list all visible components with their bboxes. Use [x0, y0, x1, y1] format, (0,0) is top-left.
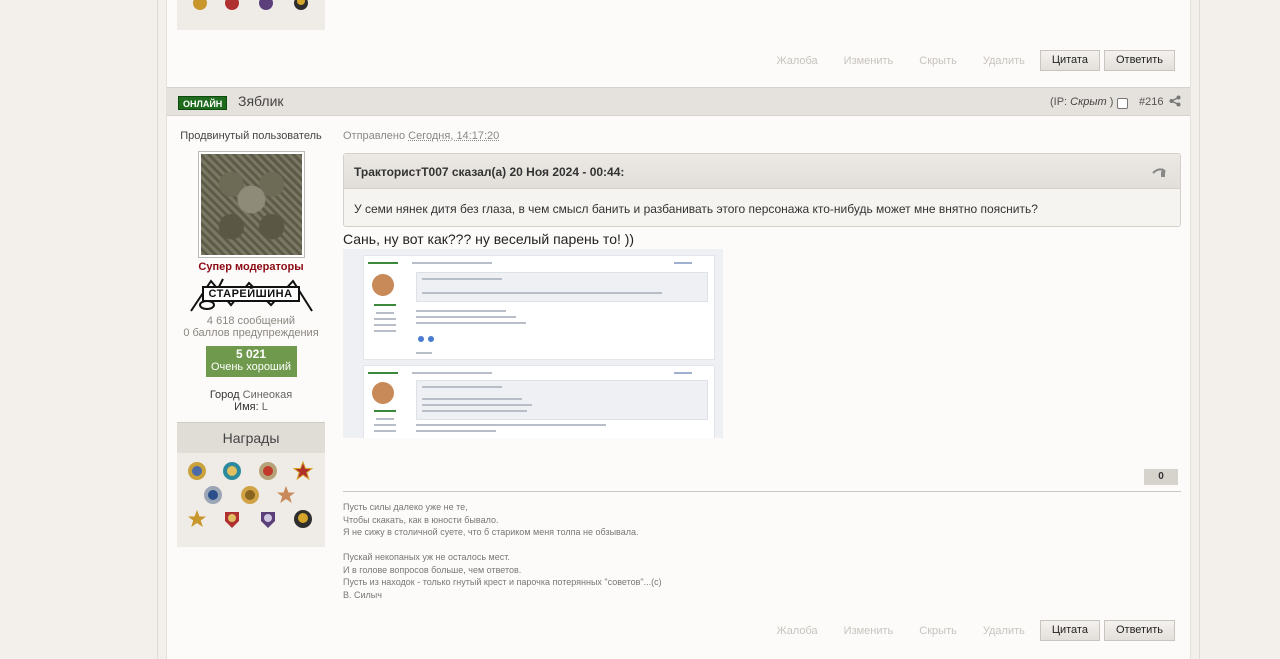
post-actions: Жалоба Изменить Скрыть Удалить Цитата От… — [750, 620, 1175, 641]
go-to-quote-icon[interactable] — [1152, 166, 1166, 178]
medal-icon[interactable] — [222, 509, 242, 529]
signature-line: Чтобы скакать, как в юности бывало. — [343, 514, 499, 525]
signature-line: Пускай некопаных уж не осталось мест. — [343, 552, 510, 562]
select-checkbox[interactable] — [1117, 98, 1128, 109]
user-rank: Продвинутый пользователь — [180, 130, 322, 142]
signature: Пусть силы далеко уже не те, Чтобы скака… — [343, 501, 662, 601]
screenshot-avatar-1 — [372, 274, 394, 296]
star-medal-icon[interactable] — [187, 509, 207, 529]
hide-link[interactable]: Скрыть — [919, 625, 957, 637]
medal-icon[interactable] — [203, 485, 223, 505]
share-icon[interactable] — [1169, 95, 1181, 107]
signature-line: Пусть из находок - только гнутый крест и… — [343, 577, 662, 587]
screenshot-post-1 — [363, 255, 715, 360]
right-rail — [1199, 0, 1200, 659]
ip-hidden: Скрыт — [1070, 96, 1107, 108]
reply-button[interactable]: Ответить — [1103, 620, 1175, 641]
signature-line: Я не сижу в столичной суете, что б стари… — [343, 527, 639, 537]
medal-icon[interactable] — [222, 461, 242, 481]
attached-screenshot[interactable] — [343, 249, 723, 438]
quote-body: У семи нянек дитя без глаза, в чем смысл… — [354, 202, 1038, 216]
medal-icon[interactable] — [240, 485, 260, 505]
medal-icon[interactable] — [258, 461, 278, 481]
post-text: Сань, ну вот как??? ну веселый парень то… — [343, 231, 635, 247]
awards-panel — [177, 453, 325, 547]
warning-points: 0 баллов предупреждения — [183, 327, 319, 339]
medal-icon[interactable] — [293, 509, 313, 529]
online-badge: ОНЛАЙН — [178, 96, 228, 110]
edit-link[interactable]: Изменить — [844, 625, 894, 637]
signature-line: И в голове вопросов больше, чем ответов. — [343, 564, 522, 575]
prev-awards-panel — [177, 0, 325, 30]
awards-title: Награды — [177, 422, 325, 453]
reputation-box: 5 021 Очень хороший — [205, 346, 297, 377]
user-name: Имя: L — [234, 401, 268, 413]
quote-header: ТрактористT007 сказал(а) 20 Ноя 2024 - 0… — [344, 154, 1180, 189]
hide-link[interactable]: Скрыть — [919, 55, 957, 67]
screenshot-post-2 — [363, 365, 715, 438]
star-medal-icon[interactable] — [293, 461, 313, 481]
message-count[interactable]: 4 618 сообщений — [177, 315, 325, 327]
forum-page: Жалоба Изменить Скрыть Удалить Цитата От… — [166, 0, 1191, 659]
medal-icon[interactable] — [187, 461, 207, 481]
post-number[interactable]: #216 — [1139, 96, 1163, 108]
reputation-value: 5 021 — [235, 347, 267, 361]
signature-line: В. Силыч — [343, 589, 382, 600]
left-rail — [157, 0, 158, 659]
user-city: Город Синеокая — [209, 389, 293, 401]
user-sidebar: Продвинутый пользователь Супер модератор… — [177, 118, 325, 547]
medal-icon[interactable] — [258, 509, 278, 529]
star-medal-icon[interactable] — [276, 485, 296, 505]
post-header: ОНЛАЙН Зяблик (IP: Скрыт ) #216 — [167, 87, 1190, 116]
reputation-label: Очень хороший — [210, 361, 292, 373]
complaint-link[interactable]: Жалоба — [776, 625, 817, 637]
delete-link[interactable]: Удалить — [983, 55, 1025, 67]
post-time[interactable]: Сегодня, 14:17:20 — [408, 130, 499, 142]
quote-button[interactable]: Цитата — [1039, 50, 1100, 71]
complaint-link[interactable]: Жалоба — [776, 55, 817, 67]
user-group: Супер модераторы — [198, 261, 304, 273]
signature-divider — [343, 491, 1181, 492]
edit-link[interactable]: Изменить — [844, 55, 894, 67]
avatar[interactable] — [197, 151, 305, 258]
delete-link[interactable]: Удалить — [983, 625, 1025, 637]
ip-info: (IP: Скрыт ) — [1050, 96, 1114, 108]
like-counter[interactable]: 0 — [1144, 469, 1178, 485]
post-date: Отправлено Сегодня, 14:17:20 — [343, 130, 500, 142]
elder-badge: СТАРЕЙШИНА — [189, 275, 314, 313]
post-author[interactable]: Зяблик — [238, 93, 284, 109]
signature-line: Пусть силы далеко уже не те, — [343, 502, 468, 512]
prev-medals-icon — [193, 0, 308, 10]
signature-line — [343, 539, 662, 552]
quote-block: ТрактористT007 сказал(а) 20 Ноя 2024 - 0… — [343, 153, 1181, 227]
reply-button[interactable]: Ответить — [1103, 50, 1175, 71]
quote-button[interactable]: Цитата — [1039, 620, 1100, 641]
screenshot-avatar-2 — [372, 382, 394, 404]
prev-post-actions: Жалоба Изменить Скрыть Удалить Цитата От… — [750, 50, 1175, 71]
